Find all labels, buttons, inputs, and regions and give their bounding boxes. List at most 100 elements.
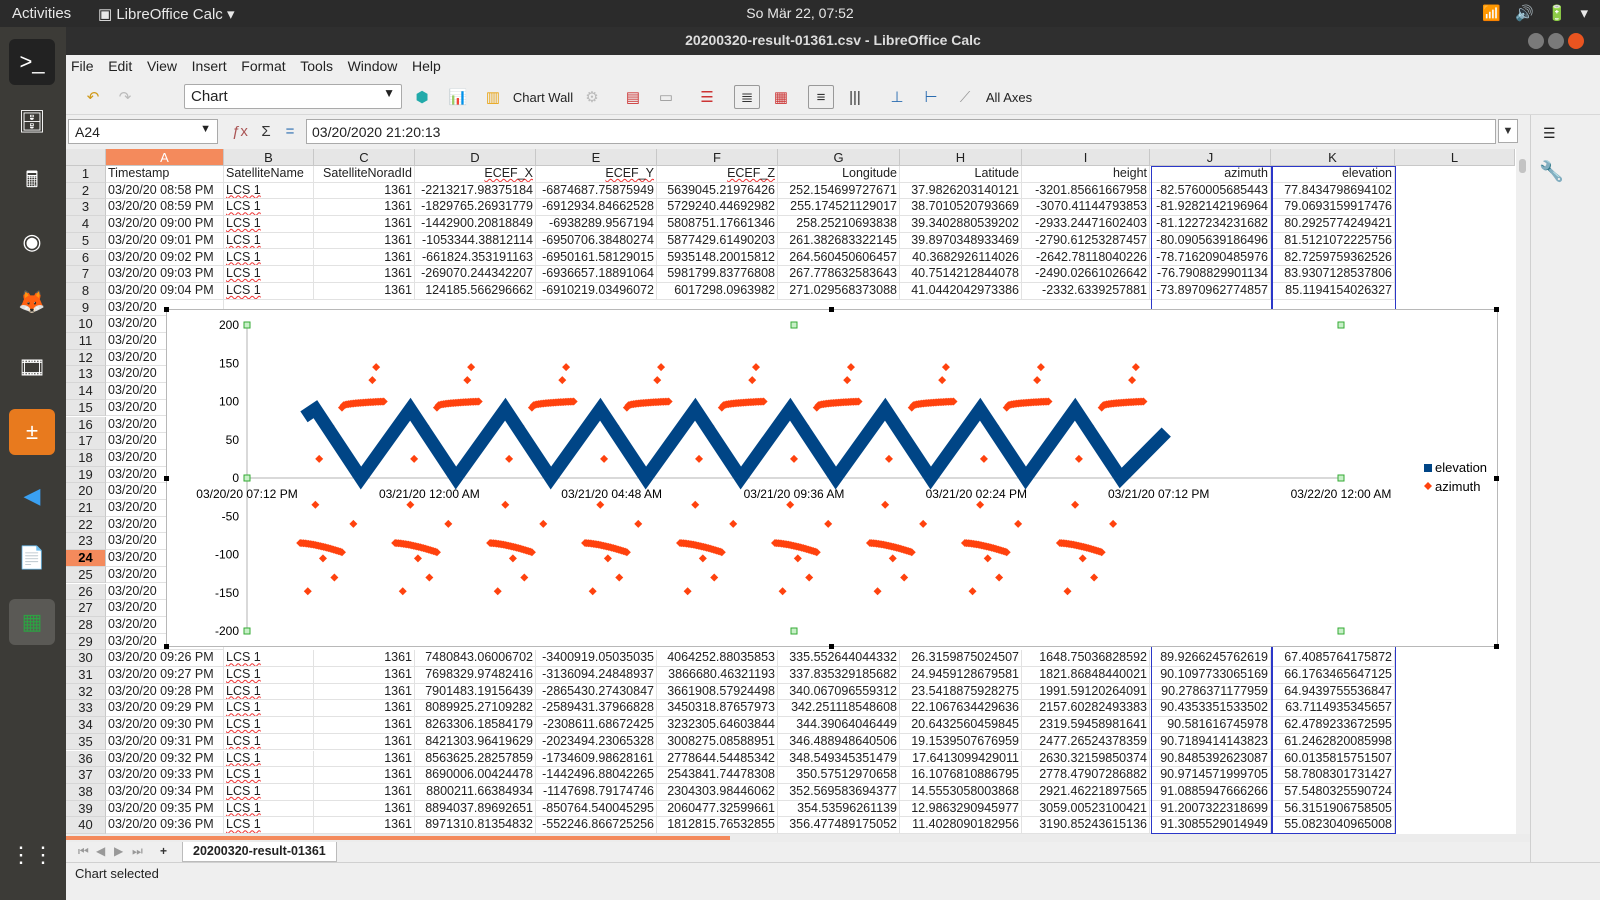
table-cell[interactable]: -2865430.27430847 xyxy=(536,683,657,701)
table-cell[interactable]: 91.0885947666266 xyxy=(1150,783,1271,801)
header-cell[interactable]: ECEF_X xyxy=(415,166,536,183)
row-header[interactable]: 7 xyxy=(66,266,106,283)
row-header[interactable]: 39 xyxy=(66,800,106,818)
next-sheet-icon[interactable]: ▶ xyxy=(114,844,123,858)
table-cell[interactable]: 5981799.83776808 xyxy=(657,266,778,283)
header-cell[interactable]: height xyxy=(1022,166,1150,183)
row-header[interactable]: 3 xyxy=(66,199,106,217)
chart-element-select[interactable]: Chart ▼ xyxy=(184,84,402,109)
row-header[interactable]: 17 xyxy=(66,433,106,450)
resize-handle[interactable] xyxy=(1494,476,1499,481)
formula-icon[interactable]: = xyxy=(280,119,300,143)
horizontal-grids-icon[interactable]: ≡ xyxy=(808,85,834,109)
expand-formula-icon[interactable]: ▼ xyxy=(1498,119,1518,143)
firefox-icon[interactable]: 🦊 xyxy=(9,279,55,325)
resize-handle[interactable] xyxy=(1494,307,1499,312)
row-header[interactable]: 35 xyxy=(66,733,106,751)
row-header[interactable]: 15 xyxy=(66,399,106,417)
row-header[interactable]: 22 xyxy=(66,516,106,534)
table-cell[interactable]: 1361 xyxy=(314,800,415,818)
menu-help[interactable]: Help xyxy=(407,55,447,74)
calc-app-icon[interactable]: ± xyxy=(9,409,55,455)
column-header-i[interactable]: I xyxy=(1022,149,1150,166)
row-header[interactable]: 26 xyxy=(66,583,106,601)
header-cell[interactable]: ECEF_Y xyxy=(536,166,657,183)
table-cell[interactable]: 2778644.54485342 xyxy=(657,750,778,768)
table-cell[interactable]: 7901483.19156439 xyxy=(415,683,536,701)
column-header-h[interactable]: H xyxy=(900,149,1022,166)
table-cell[interactable]: 8563625.28257859 xyxy=(415,750,536,768)
resize-handle[interactable] xyxy=(829,307,834,312)
table-cell[interactable]: 1361 xyxy=(314,650,415,667)
header-cell[interactable]: SatelliteName xyxy=(224,166,314,183)
table-cell[interactable]: LCS 1 xyxy=(224,750,314,768)
table-cell[interactable]: 40.3682926114026 xyxy=(900,249,1022,267)
table-cell[interactable]: 337.835329185682 xyxy=(778,667,900,684)
menu-edit[interactable]: Edit xyxy=(103,55,138,74)
table-cell[interactable]: -3070.41144793853 xyxy=(1022,199,1150,217)
table-cell[interactable]: 261.382683322145 xyxy=(778,232,900,250)
table-cell[interactable]: 3190.85243615136 xyxy=(1022,817,1150,834)
table-cell[interactable]: -80.0905639186496 xyxy=(1150,232,1271,250)
table-cell[interactable]: -2332.6339257881 xyxy=(1022,282,1150,300)
table-cell[interactable]: 64.9439755536847 xyxy=(1271,683,1395,701)
table-cell[interactable]: 77.8434798694102 xyxy=(1271,182,1395,200)
table-cell[interactable]: 82.7259759362526 xyxy=(1271,249,1395,267)
table-cell[interactable]: 124185.566296662 xyxy=(415,282,536,300)
table-cell[interactable]: 57.5480325590724 xyxy=(1271,783,1395,801)
redo-icon[interactable]: ↷ xyxy=(112,85,138,109)
table-cell[interactable]: 39.3402880539202 xyxy=(900,216,1022,233)
battery-icon[interactable]: 🔋 xyxy=(1548,4,1567,22)
column-header-g[interactable]: G xyxy=(778,149,900,166)
table-cell[interactable]: -2790.61253287457 xyxy=(1022,232,1150,250)
3d-view-icon[interactable]: ⚙ xyxy=(580,85,604,109)
table-cell[interactable]: 346.488948640506 xyxy=(778,733,900,751)
x-axis-icon[interactable]: ⊥ xyxy=(884,85,910,109)
table-cell[interactable]: 255.174521129017 xyxy=(778,199,900,217)
table-cell[interactable]: 03/20/20 08:58 PM xyxy=(106,182,224,200)
menu-window[interactable]: Window xyxy=(343,55,404,74)
table-cell[interactable]: 03/20/20 08:59 PM xyxy=(106,199,224,217)
sheet-tab[interactable]: 20200320-result-01361 xyxy=(182,842,337,862)
menu-tools[interactable]: Tools xyxy=(295,55,339,74)
table-cell[interactable]: -78.7162090485976 xyxy=(1150,249,1271,267)
table-cell[interactable]: 03/20/20 09:27 PM xyxy=(106,667,224,684)
table-cell[interactable]: 03/20/20 09:02 PM xyxy=(106,249,224,267)
table-cell[interactable]: 342.251118548608 xyxy=(778,700,900,718)
table-cell[interactable]: 258.25210693838 xyxy=(778,216,900,233)
row-header[interactable]: 28 xyxy=(66,616,106,634)
chart-object[interactable]: 200 150 100 50 0 -50 -100 -150 -200 03/20/20 07:1… xyxy=(164,307,1499,649)
row-header[interactable]: 18 xyxy=(66,449,106,467)
table-cell[interactable]: 85.1194154026327 xyxy=(1271,282,1395,300)
pdf-reader-icon[interactable]: 📄 xyxy=(9,535,55,581)
table-cell[interactable]: -73.8970962774857 xyxy=(1150,282,1271,300)
table-cell[interactable]: 16.1076810886795 xyxy=(900,767,1022,784)
table-cell[interactable]: -1829765.26931779 xyxy=(415,199,536,217)
table-cell[interactable]: 1361 xyxy=(314,817,415,834)
table-cell[interactable]: 352.569583694377 xyxy=(778,783,900,801)
table-cell[interactable]: 1361 xyxy=(314,199,415,217)
table-cell[interactable]: 4064252.88035853 xyxy=(657,650,778,667)
all-axes-icon[interactable]: ⟋ xyxy=(952,85,978,109)
table-cell[interactable]: 348.549345351479 xyxy=(778,750,900,768)
header-cell[interactable]: Latitude xyxy=(900,166,1022,183)
row-header[interactable]: 21 xyxy=(66,500,106,517)
table-cell[interactable]: 344.39064046449 xyxy=(778,717,900,734)
table-cell[interactable]: 264.560450606457 xyxy=(778,249,900,267)
table-cell[interactable]: -6950161.58129015 xyxy=(536,249,657,267)
table-cell[interactable]: 8089925.27109282 xyxy=(415,700,536,718)
resize-handle[interactable] xyxy=(164,644,169,649)
table-cell[interactable]: -661824.353191163 xyxy=(415,249,536,267)
table-cell[interactable]: 1361 xyxy=(314,733,415,751)
table-cell[interactable]: 19.1539507676959 xyxy=(900,733,1022,751)
row-header[interactable]: 6 xyxy=(66,249,106,267)
table-cell[interactable]: 90.1097733065169 xyxy=(1150,667,1271,684)
table-cell[interactable]: -1053344.38812114 xyxy=(415,232,536,250)
table-cell[interactable]: -1442496.88042265 xyxy=(536,767,657,784)
row-header[interactable]: 38 xyxy=(66,783,106,801)
table-cell[interactable]: 354.53596261139 xyxy=(778,800,900,818)
row-header[interactable]: 40 xyxy=(66,817,106,834)
table-cell[interactable]: -2490.02661026642 xyxy=(1022,266,1150,283)
table-cell[interactable]: 2319.59458981641 xyxy=(1022,717,1150,734)
table-cell[interactable]: 335.552644044332 xyxy=(778,650,900,667)
